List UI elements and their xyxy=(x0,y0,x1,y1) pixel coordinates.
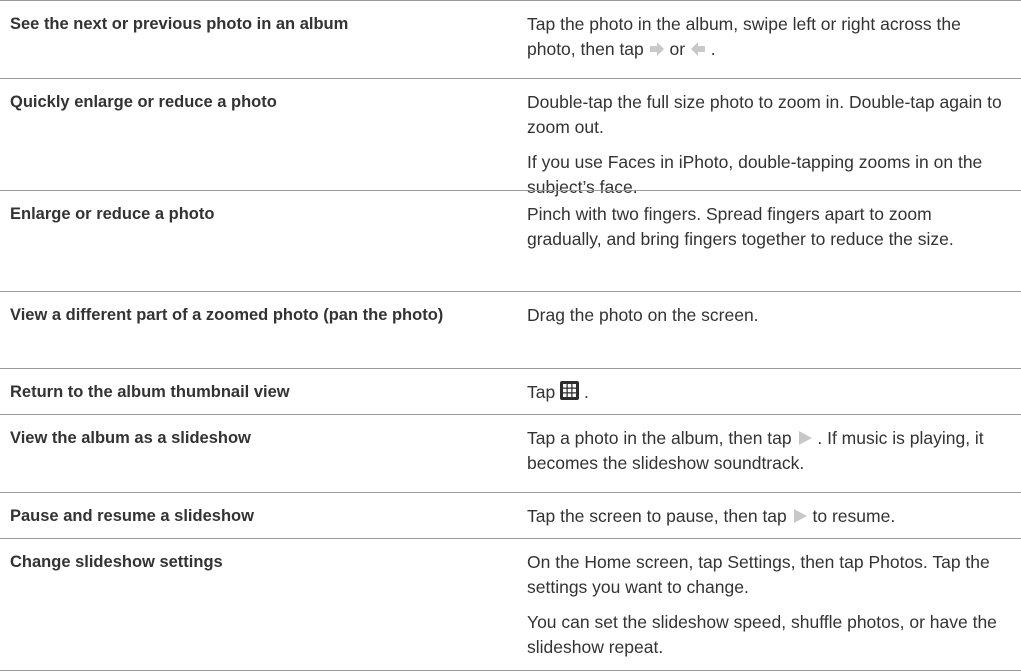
table-row: Enlarge or reduce a photo Pinch with two… xyxy=(0,190,1021,291)
play-icon xyxy=(797,430,813,446)
task-description: Tap the screen to pause, then tap to res… xyxy=(527,504,1009,529)
description-text: . xyxy=(579,382,589,402)
description-text: Double-tap the full size photo to zoom i… xyxy=(527,92,1002,137)
table-row: Quickly enlarge or reduce a photo Double… xyxy=(0,78,1021,197)
table-row: See the next or previous photo in an alb… xyxy=(0,0,1021,78)
task-label: Return to the album thumbnail view xyxy=(10,383,290,401)
task-label: Quickly enlarge or reduce a photo xyxy=(10,93,277,111)
right-arrow-icon xyxy=(649,41,665,57)
table-row: View a different part of a zoomed photo … xyxy=(0,291,1021,368)
description-text: to resume. xyxy=(807,506,896,526)
description-text: Drag the photo on the screen. xyxy=(527,305,759,325)
task-description: Drag the photo on the screen. xyxy=(527,303,1009,328)
task-description: Tap . xyxy=(527,380,1009,405)
description-text: . xyxy=(705,39,716,59)
task-description: Double-tap the full size photo to zoom i… xyxy=(527,90,1009,200)
task-label: See the next or previous photo in an alb… xyxy=(10,15,349,33)
task-description: Tap a photo in the album, then tap . If … xyxy=(527,426,1009,476)
task-label: Pause and resume a slideshow xyxy=(10,507,254,525)
table-row: Pause and resume a slideshow Tap the scr… xyxy=(0,492,1021,538)
description-text: Tap xyxy=(527,382,561,402)
play-icon xyxy=(792,508,808,524)
task-label: Change slideshow settings xyxy=(10,553,223,571)
description-text: or xyxy=(664,39,690,59)
task-label: View the album as a slideshow xyxy=(10,429,251,447)
task-label: Enlarge or reduce a photo xyxy=(10,205,215,223)
gestures-table: See the next or previous photo in an alb… xyxy=(0,0,1021,671)
table-row: Return to the album thumbnail view Tap . xyxy=(0,368,1021,414)
description-text: Tap the photo in the album, swipe left o… xyxy=(527,14,961,59)
description-text: Pinch with two fingers. Spread fingers a… xyxy=(527,204,954,249)
description-text: On the Home screen, tap Settings, then t… xyxy=(527,552,990,597)
task-description: On the Home screen, tap Settings, then t… xyxy=(527,550,1009,660)
description-text: Tap the screen to pause, then tap xyxy=(527,506,792,526)
table-row: Change slideshow settings On the Home sc… xyxy=(0,538,1021,671)
description-text: Tap a photo in the album, then tap xyxy=(527,428,797,448)
thumbnail-grid-icon xyxy=(560,381,580,400)
description-text: You can set the slideshow speed, shuffle… xyxy=(527,612,997,657)
table-row: View the album as a slideshow Tap a phot… xyxy=(0,414,1021,492)
left-arrow-icon xyxy=(690,41,706,57)
task-description: Pinch with two fingers. Spread fingers a… xyxy=(527,202,1009,252)
task-description: Tap the photo in the album, swipe left o… xyxy=(527,12,1009,62)
task-label: View a different part of a zoomed photo … xyxy=(10,306,444,324)
